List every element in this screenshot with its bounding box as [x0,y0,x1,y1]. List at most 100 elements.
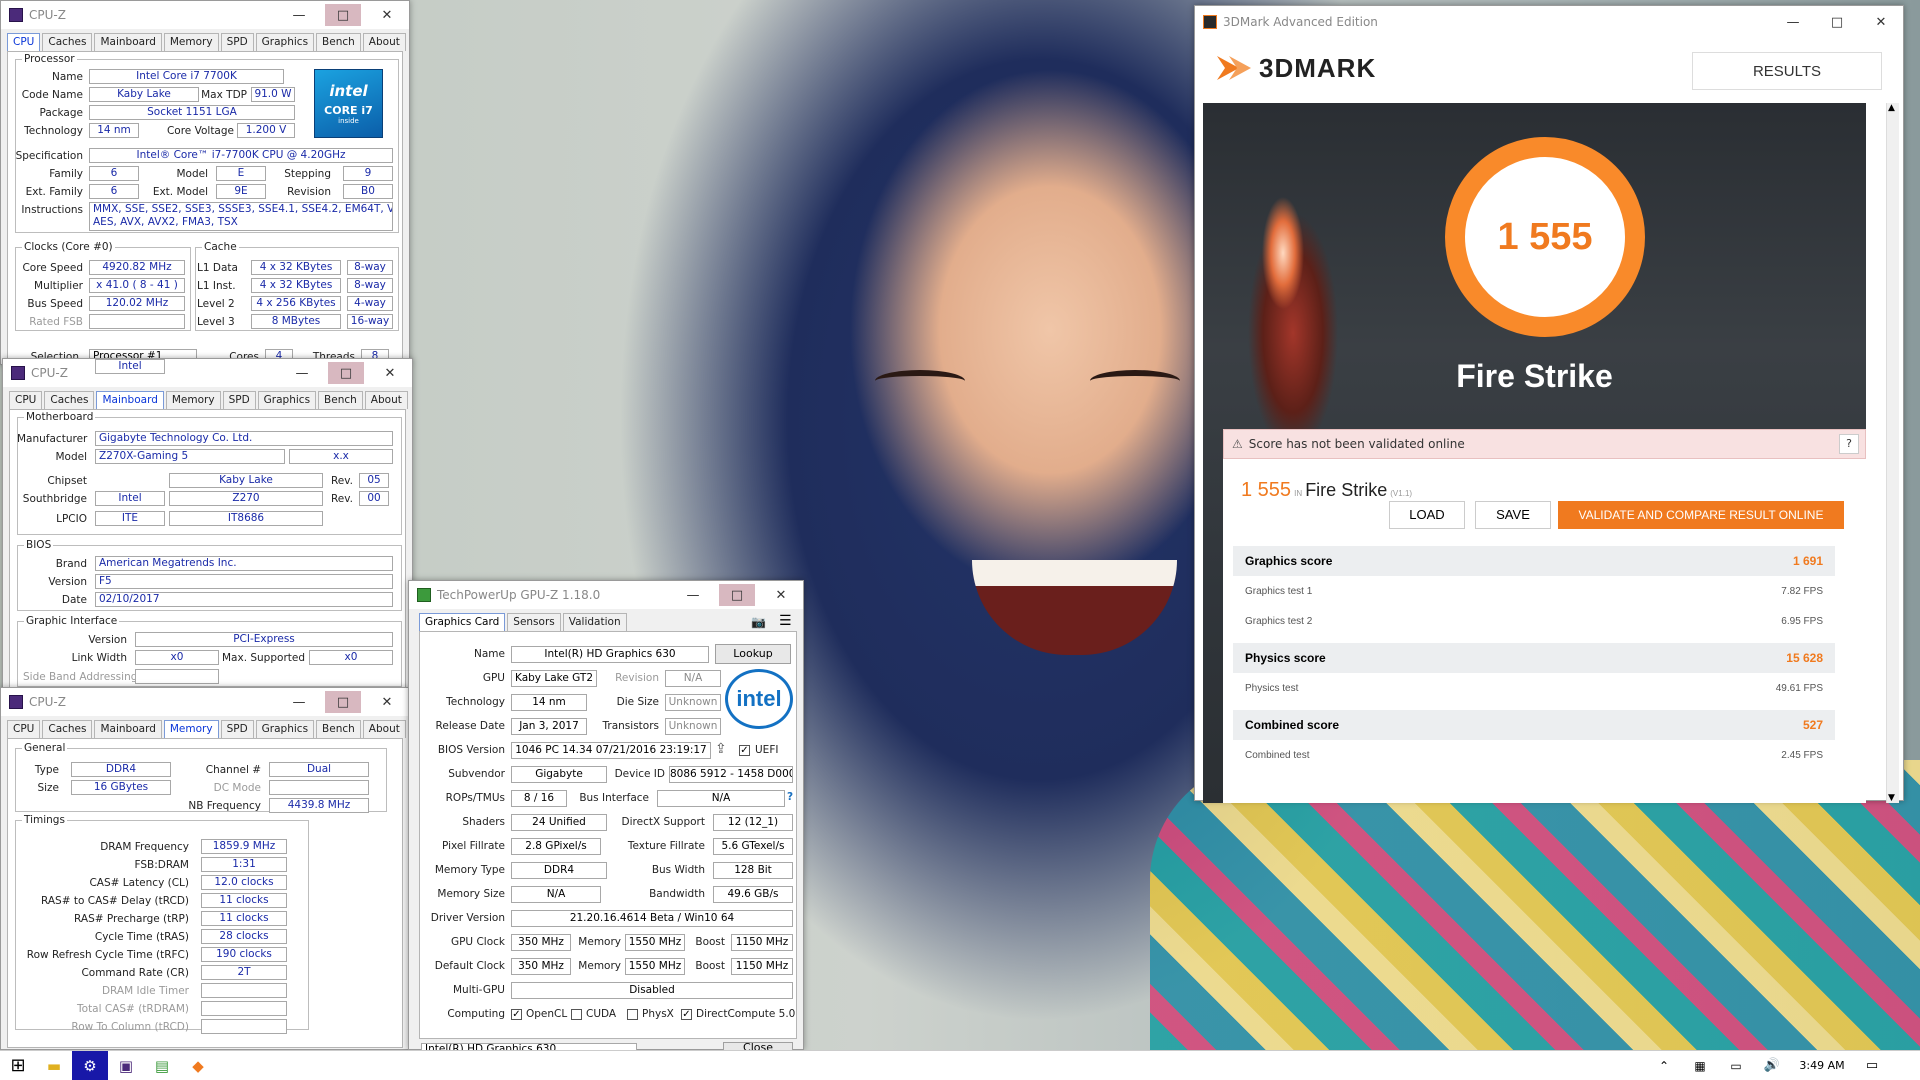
boost-label: Boost [695,960,725,972]
maximize-button[interactable]: □ [719,584,755,606]
tab-about[interactable]: About [362,720,406,738]
tab-cpu[interactable]: CPU [9,391,43,409]
type-value: DDR4 [71,762,171,777]
maximize-button[interactable]: □ [325,691,361,713]
maximize-button[interactable]: □ [1815,8,1859,36]
family-value: 6 [89,166,139,181]
tab-spd[interactable]: SPD [220,33,254,51]
tab-memory[interactable]: Memory [163,720,219,738]
score-card: 1 555 IN Fire Strike (V1.1) LOAD SAVE VA… [1223,459,1866,803]
tab-memory[interactable]: Memory [163,33,219,51]
help-icon[interactable]: ? [787,791,793,803]
opencl-checkbox[interactable]: ✓ [511,1009,522,1020]
tab-cpu[interactable]: CPU [7,33,41,51]
rev-label: Rev. [330,475,353,487]
title-bar[interactable]: 3DMark Advanced Edition — □ ✕ [1195,6,1903,38]
l1i-value: 4 x 32 KBytes [251,278,341,293]
title-bar[interactable]: CPU-Z — □ ✕ [1,1,409,29]
clock[interactable]: 3:49 AM [1790,1059,1854,1072]
windows-start-icon[interactable]: ⊞ [0,1051,36,1080]
manufacturer-label: Manufacturer [17,433,88,445]
uefi-checkbox[interactable]: ✓ [739,745,750,756]
validate-button[interactable]: VALIDATE AND COMPARE RESULT ONLINE [1558,501,1844,529]
cpuz-taskbar-icon[interactable]: ⚙ [72,1050,108,1080]
minimize-button[interactable]: — [1771,8,1815,36]
die-size-value: Unknown [665,694,721,711]
bios-date-value: 02/10/2017 [95,592,393,607]
tab-about[interactable]: About [364,391,408,409]
multi-gpu-label: Multi-GPU [453,984,505,996]
cuda-checkbox[interactable] [571,1009,582,1020]
close-button[interactable]: ✕ [365,1,409,29]
l1i-label: L1 Inst. [197,280,236,292]
minimize-button[interactable]: — [280,359,324,387]
tab-mainboard[interactable]: Mainboard [96,391,164,409]
close-button[interactable]: ✕ [1859,8,1903,36]
tab-graphics[interactable]: Graphics [255,720,315,738]
tab-bench[interactable]: Bench [316,720,361,738]
score-ring: 1 555 [1445,137,1645,337]
tray-app-icon[interactable]: ▦ [1682,1051,1718,1080]
tab-about[interactable]: About [362,33,406,51]
network-icon[interactable]: ▭ [1718,1051,1754,1080]
tab-caches[interactable]: Caches [44,391,95,409]
close-button[interactable]: ✕ [759,581,803,609]
close-button[interactable]: ✕ [368,359,412,387]
tray-expand-icon[interactable]: ⌃ [1646,1051,1682,1080]
load-button[interactable]: LOAD [1389,501,1465,529]
row-value: 2.45 FPS [1781,749,1823,761]
scroll-up-icon[interactable]: ▲ [1888,103,1895,113]
tab-caches[interactable]: Caches [42,33,93,51]
scroll-down-icon[interactable]: ▼ [1888,793,1895,803]
save-button[interactable]: SAVE [1475,501,1551,529]
tab-spd[interactable]: SPD [222,391,256,409]
revision-label: Revision [615,672,659,684]
title-bar[interactable]: CPU-Z — □ ✕ [1,688,409,716]
tab-bench[interactable]: Bench [318,391,363,409]
help-button[interactable]: ? [1839,434,1859,454]
volume-icon[interactable]: 🔊 [1754,1051,1790,1080]
minimize-button[interactable]: — [277,688,321,716]
maximize-button[interactable]: □ [328,362,364,384]
minimize-button[interactable]: — [671,581,715,609]
gpuz-taskbar-icon[interactable]: ▤ [144,1051,180,1080]
vertical-scrollbar[interactable]: ▲ ▼ [1886,103,1899,803]
notifications-icon[interactable]: ▭ [1854,1051,1890,1080]
manufacturer-value: Gigabyte Technology Co. Ltd. [95,431,393,446]
close-button[interactable]: ✕ [365,688,409,716]
tab-memory[interactable]: Memory [165,391,221,409]
tab-bench[interactable]: Bench [316,33,361,51]
tab-mainboard[interactable]: Mainboard [94,33,162,51]
tab-mainboard[interactable]: Mainboard [94,720,162,738]
cpu-name-value: Intel Core i7 7700K [89,69,284,84]
cpuz-taskbar-icon-2[interactable]: ▣ [108,1051,144,1080]
maximize-button[interactable]: □ [325,4,361,26]
timing-value: 1859.9 MHz [201,839,287,854]
results-button[interactable]: RESULTS [1692,52,1882,90]
tab-cpu[interactable]: CPU [7,720,41,738]
tab-caches[interactable]: Caches [42,720,93,738]
tab-validation[interactable]: Validation [562,613,627,631]
timing-value: 1:31 [201,857,287,872]
title-bar[interactable]: CPU-Z — □ ✕ [3,359,412,387]
tab-spd[interactable]: SPD [220,720,254,738]
boost-clock-value: 1150 MHz [731,934,793,951]
tab-graphics[interactable]: Graphics [257,391,317,409]
tab-graphics[interactable]: Graphics [255,33,315,51]
file-explorer-icon[interactable]: ▬ [36,1051,72,1080]
minimize-button[interactable]: — [277,1,321,29]
lookup-button[interactable]: Lookup [715,644,791,664]
3dmark-taskbar-icon[interactable]: ◆ [180,1051,216,1080]
bus-speed-label: Bus Speed [27,298,83,310]
camera-icon[interactable]: 📷 [751,615,766,629]
directcompute-checkbox[interactable]: ✓ [681,1009,692,1020]
3dmark-logo-icon [1217,56,1251,80]
share-icon[interactable]: ⇪ [715,741,727,757]
lpcio-vendor: ITE [95,511,165,526]
menu-icon[interactable]: ☰ [779,613,792,629]
tab-graphics-card[interactable]: Graphics Card [419,613,506,631]
title-bar[interactable]: TechPowerUp GPU-Z 1.18.0 — □ ✕ [409,581,803,609]
physx-checkbox[interactable] [627,1009,638,1020]
gpu-name-value: Intel(R) HD Graphics 630 [511,646,709,663]
tab-sensors[interactable]: Sensors [507,613,561,631]
